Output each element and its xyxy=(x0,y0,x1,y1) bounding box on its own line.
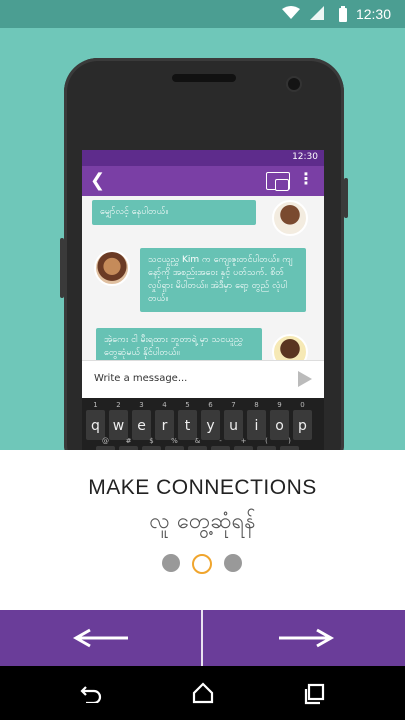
key-label: y xyxy=(206,418,215,434)
page-dot-3[interactable] xyxy=(224,554,242,572)
key-hint: # xyxy=(125,437,132,445)
message-input: Write a message... xyxy=(94,373,188,384)
key-hint: 9 xyxy=(277,401,282,409)
avatar-contact xyxy=(272,200,308,236)
key-hint: 1 xyxy=(93,401,98,409)
key-label: q xyxy=(91,418,100,434)
more-vert-icon: ⋮ xyxy=(298,169,314,188)
page-dot-2-active[interactable] xyxy=(192,554,212,574)
previous-button[interactable] xyxy=(0,610,201,666)
inner-status-bar: 12:30 xyxy=(82,150,324,166)
hero-illustration: 12:30 ❮ ⋮ မျှော်လင့် နေပါတယ်။ သငယူညွှ Ki… xyxy=(0,28,405,450)
phone-side-button xyxy=(344,178,348,218)
inner-status-time: 12:30 xyxy=(292,152,318,162)
status-time: 12:30 xyxy=(355,6,391,22)
key-hint: 5 xyxy=(185,401,190,409)
system-nav-bar xyxy=(0,666,405,720)
wifi-icon xyxy=(282,6,300,19)
battery-icon xyxy=(339,6,347,22)
phone-camera xyxy=(288,78,300,90)
key-hint: 2 xyxy=(116,401,121,409)
avatar-user xyxy=(94,250,130,286)
keyboard: 1q2w3e4r5t6y7u8i9o0p @a#s$d%f&g-h+j(k)l xyxy=(82,398,324,450)
back-icon: ❮ xyxy=(90,170,106,191)
system-back-icon[interactable] xyxy=(80,683,102,703)
page-title: MAKE CONNECTIONS xyxy=(88,476,317,499)
phone-mockup: 12:30 ❮ ⋮ မျှော်လင့် နေပါတယ်။ သငယူညွှ Ki… xyxy=(60,58,348,450)
signal-icon xyxy=(310,6,324,20)
onboarding-nav xyxy=(0,610,405,666)
next-button[interactable] xyxy=(203,610,404,666)
key-hint: 7 xyxy=(231,401,236,409)
key-hint: 6 xyxy=(208,401,213,409)
key-hint: $ xyxy=(149,437,154,445)
key-hint: 8 xyxy=(254,401,259,409)
key-label: w xyxy=(112,418,125,434)
status-bar: 12:30 xyxy=(0,0,405,28)
arrow-left-icon xyxy=(72,628,128,648)
key-label: o xyxy=(275,418,284,434)
chat-message-1: မျှော်လင့် နေပါတယ်။ xyxy=(92,200,256,225)
page-indicator xyxy=(162,554,242,574)
send-icon xyxy=(298,371,312,387)
compose-bar: Write a message... xyxy=(82,360,324,399)
key-hint: - xyxy=(219,437,222,445)
key-label: i xyxy=(254,418,259,434)
key-hint: % xyxy=(171,437,178,445)
chat-message-2: သငယူညွှ Kim က ကျေးဇူးတင်ပါတယ်။ ကျနော့်ကိ… xyxy=(140,248,306,312)
key-label: r xyxy=(161,418,168,434)
key-hint: 4 xyxy=(162,401,167,409)
key-hint: + xyxy=(240,437,247,445)
system-recents-icon[interactable] xyxy=(304,683,326,705)
key-hint: ) xyxy=(288,437,291,445)
key-label: p xyxy=(298,418,307,434)
key-hint: 0 xyxy=(300,401,305,409)
arrow-right-icon xyxy=(279,628,335,648)
key-label: e xyxy=(137,418,146,434)
key-label: t xyxy=(184,418,191,434)
key-hint: @ xyxy=(102,437,109,445)
key-label: u xyxy=(229,418,238,434)
phone-screen: 12:30 ❮ ⋮ မျှော်လင့် နေပါတယ်။ သငယူညွှ Ki… xyxy=(82,150,324,450)
page-dot-1[interactable] xyxy=(162,554,180,572)
key-hint: 3 xyxy=(139,401,144,409)
phone-speaker xyxy=(172,74,236,82)
translate-icon xyxy=(266,172,290,191)
system-home-icon[interactable] xyxy=(192,682,214,704)
key-hint: & xyxy=(194,437,201,445)
key-hint: ( xyxy=(265,437,268,445)
chat-app-bar: ❮ ⋮ xyxy=(82,166,324,196)
phone-volume-button xyxy=(60,238,64,298)
onboarding-panel: MAKE CONNECTIONS လူ တွေ့ဆုံရန် xyxy=(0,450,405,610)
page-subtitle: လူ တွေ့ဆုံရန် xyxy=(149,509,256,534)
